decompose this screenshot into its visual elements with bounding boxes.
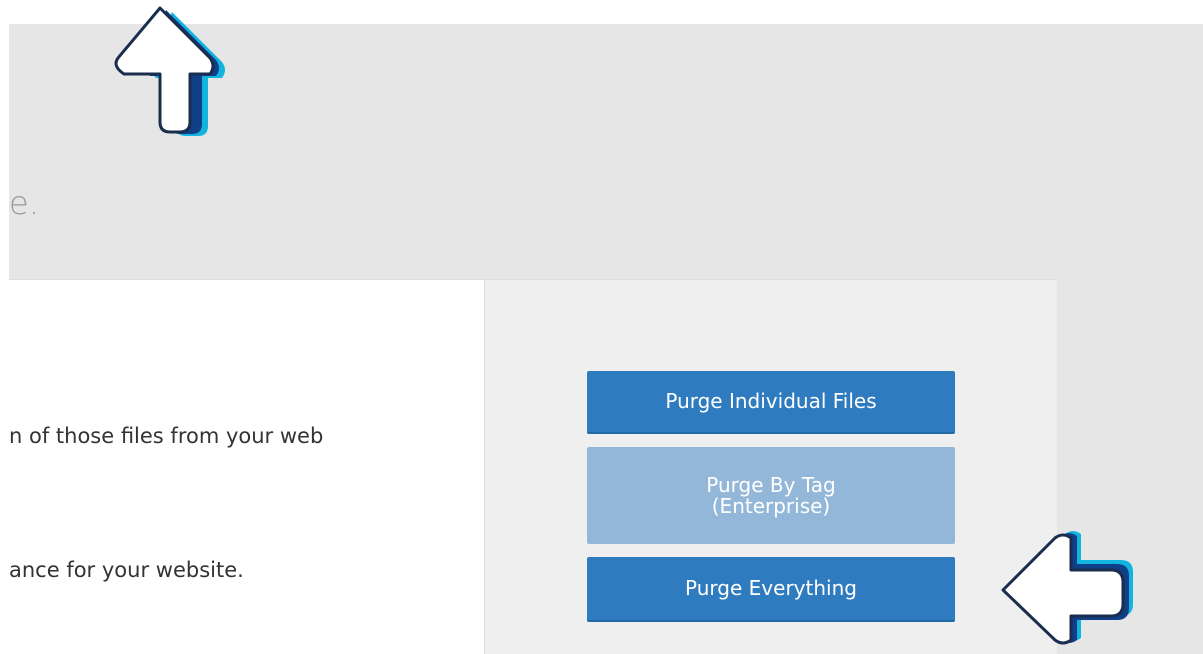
purge-by-tag-label: Purge By Tag xyxy=(706,472,836,497)
purge-individual-files-button[interactable]: Purge Individual Files xyxy=(587,371,955,434)
arrow-left-icon xyxy=(1001,531,1133,645)
description-line: n of those files from your web xyxy=(9,424,324,448)
purge-everything-button[interactable]: Purge Everything xyxy=(587,557,955,622)
purge-by-tag-button[interactable]: Purge By Tag (Enterprise) xyxy=(587,447,955,544)
page-heading-fragment: e. xyxy=(9,184,39,222)
description-line: ance for your website. xyxy=(9,558,244,582)
purge-by-tag-enterprise-label: (Enterprise) xyxy=(711,493,831,518)
card-description-pane xyxy=(9,280,484,654)
purge-everything-label: Purge Everything xyxy=(685,576,857,600)
page: e. n of those files from your web ance f… xyxy=(0,0,1203,654)
arrow-up-icon xyxy=(114,6,225,136)
purge-individual-files-label: Purge Individual Files xyxy=(665,389,877,413)
